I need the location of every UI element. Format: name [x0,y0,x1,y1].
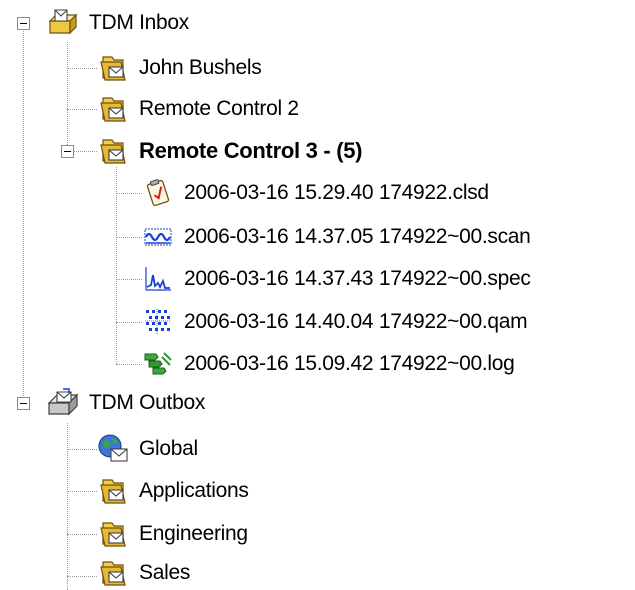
tree-node-label: TDM Outbox [89,391,206,414]
tree-node-label: Engineering [139,522,248,545]
tree-file-label: 2006-03-16 14.37.05 174922~00.scan [184,225,531,248]
tree-node-tdm-outbox[interactable]: TDM Outbox [47,386,205,420]
tree-file-label: 2006-03-16 14.40.04 174922~00.qam [184,310,528,333]
tree-node-applications[interactable]: Applications [97,474,249,508]
collapse-rc3-toggle[interactable] [61,145,74,158]
qam-constellation-icon [142,306,174,338]
tree-node-remote-control-3[interactable]: Remote Control 3 - (5) [97,134,362,168]
tree-line-file-2 [116,237,142,238]
outbox-tray-icon [47,387,79,419]
folder-mail-icon [97,557,129,589]
tree-file-label: 2006-03-16 15.09.42 174922~00.log [184,352,515,375]
tree-line-rc3-children [116,167,117,364]
tree-file-clsd[interactable]: 2006-03-16 15.29.40 174922.clsd [142,176,489,210]
tree-node-label: Remote Control 3 - (5) [139,138,363,163]
tree-node-remote-control-2[interactable]: Remote Control 2 [97,92,299,126]
scan-wave-icon [142,221,174,253]
tree-line-inbox-children [67,42,68,151]
tree-node-john-bushels[interactable]: John Bushels [97,51,262,85]
folder-mail-icon [97,52,129,84]
tree-file-label: 2006-03-16 14.37.43 174922~00.spec [184,267,531,290]
tree-node-global[interactable]: Global [97,432,198,466]
tree-node-tdm-inbox[interactable]: TDM Inbox [47,6,189,40]
tree-line-file-4 [116,322,142,323]
folder-mail-icon [97,93,129,125]
log-stack-icon [142,348,174,380]
tree-line-sales [67,576,97,577]
tree-file-label: 2006-03-16 15.29.40 174922.clsd [184,181,489,204]
tree-node-label: Applications [139,479,249,502]
tree-line-file-3 [116,279,142,280]
folder-mail-icon [97,518,129,550]
folder-mail-icon [97,135,129,167]
tree-line-file-5 [116,364,142,365]
tree-file-log[interactable]: 2006-03-16 15.09.42 174922~00.log [142,347,515,381]
tree-node-label: John Bushels [139,56,262,79]
tree-file-qam[interactable]: 2006-03-16 14.40.04 174922~00.qam [142,305,528,339]
tree-line-file-1 [116,193,142,194]
tree-line-rc2 [67,109,97,110]
globe-mail-icon [97,433,129,465]
tree-node-engineering[interactable]: Engineering [97,517,248,551]
collapse-inbox-toggle[interactable] [17,17,30,30]
mail-folder-tree: TDM Inbox John Bushels Remote Control 2 … [0,0,635,590]
clipboard-check-icon [142,177,174,209]
tree-line-root [23,29,24,402]
tree-file-spec[interactable]: 2006-03-16 14.37.43 174922~00.spec [142,262,531,296]
tree-line-global [67,449,97,450]
folder-mail-icon [97,475,129,507]
tree-node-label: TDM Inbox [89,11,189,34]
spectrum-peak-icon [142,263,174,295]
tree-line-rc3 [74,151,97,152]
inbox-tray-icon [47,7,79,39]
tree-line-applications [67,491,97,492]
tree-file-scan[interactable]: 2006-03-16 14.37.05 174922~00.scan [142,220,531,254]
tree-node-sales[interactable]: Sales [97,556,190,590]
tree-node-label: Sales [139,561,191,584]
tree-line-john [67,68,97,69]
tree-node-label: Global [139,437,198,460]
tree-line-engineering [67,534,97,535]
tree-node-label: Remote Control 2 [139,97,299,120]
collapse-outbox-toggle[interactable] [17,397,30,410]
